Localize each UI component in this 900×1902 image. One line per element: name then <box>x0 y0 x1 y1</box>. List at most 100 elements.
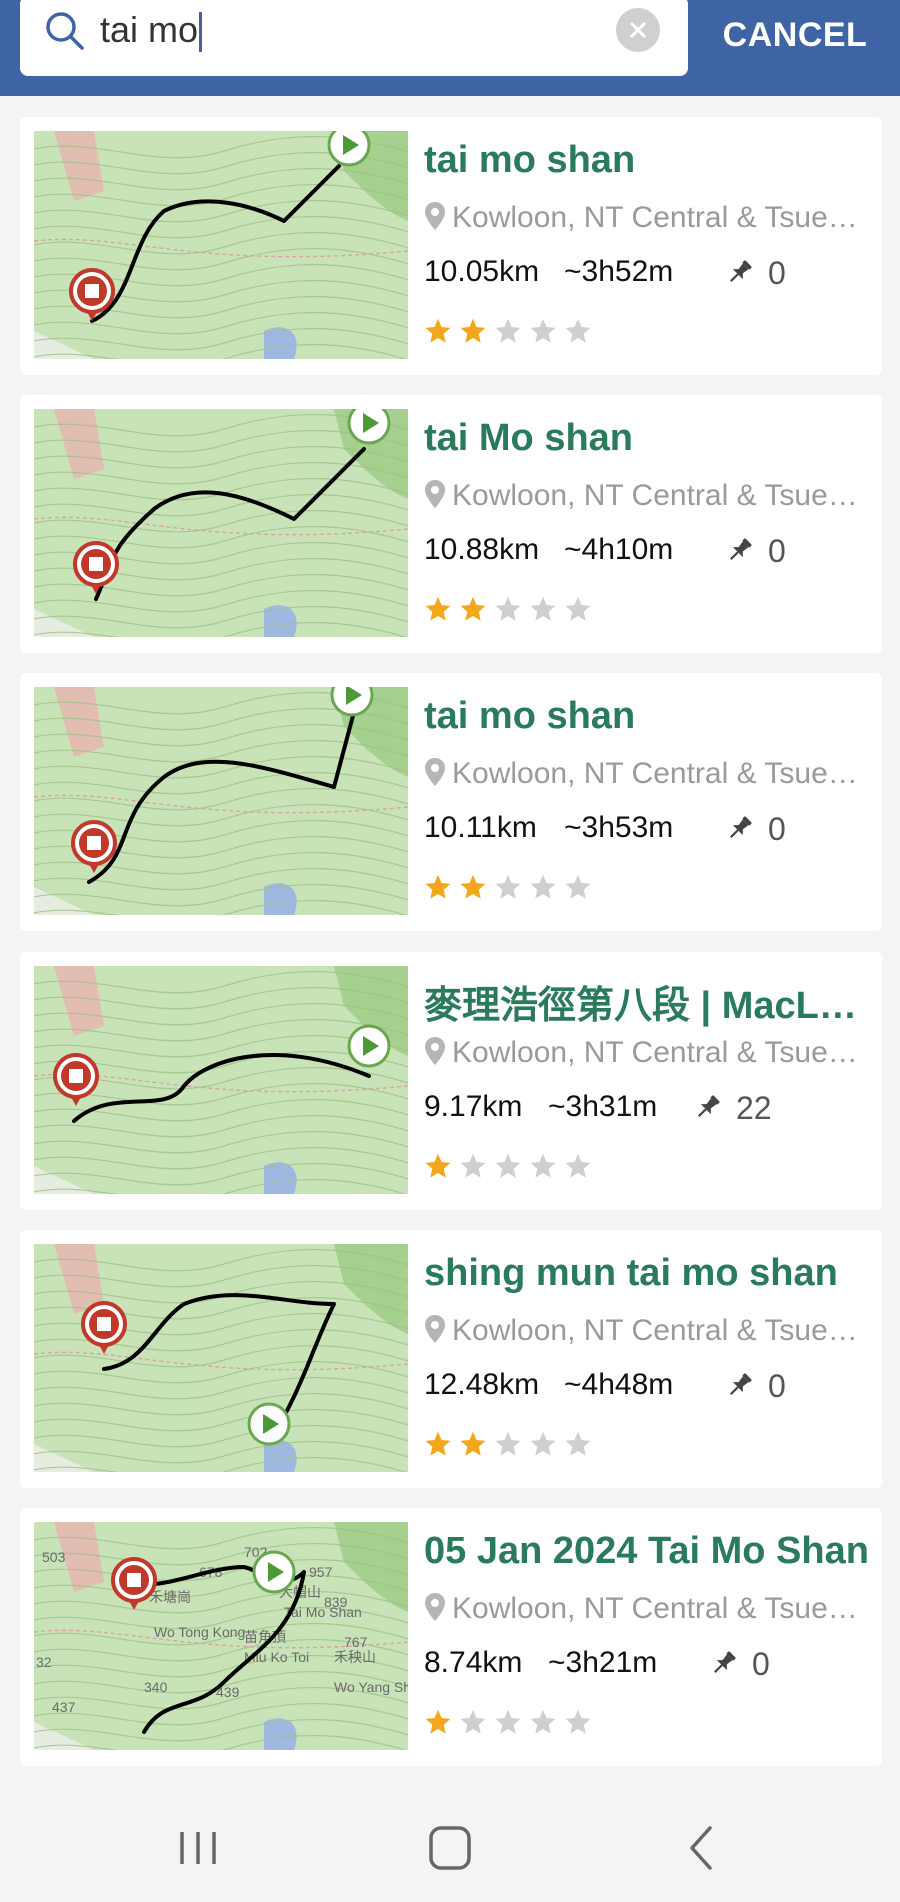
back-icon[interactable] <box>672 1820 732 1876</box>
route-location-text: Kowloon, NT Central & Tsuen Wan <box>452 1036 874 1069</box>
route-title[interactable]: tai Mo shan <box>424 417 874 460</box>
start-marker-icon <box>252 1550 296 1594</box>
route-location-text: Kowloon, NT Central & Tsuen Wan <box>452 1592 874 1625</box>
route-title[interactable]: 麥理浩徑第八段 | MacLehose Trail Section 8 <box>424 974 874 1029</box>
map-label: 437 <box>52 1699 76 1715</box>
search-input[interactable]: tai mo <box>20 0 688 76</box>
route-distance: 10.88km <box>424 533 540 566</box>
route-duration: ~3h31m <box>548 1090 658 1123</box>
route-rating <box>424 317 599 347</box>
search-header: tai mo CANCEL <box>0 0 900 96</box>
start-marker-icon <box>247 1402 291 1446</box>
route-stats: 10.88km ~4h10m 0 <box>424 533 874 573</box>
cancel-button[interactable]: CANCEL <box>700 10 890 60</box>
search-query[interactable]: tai mo <box>100 8 203 53</box>
star-icon <box>565 874 591 899</box>
route-duration: ~4h10m <box>564 533 674 566</box>
route-duration: ~3h52m <box>564 255 674 288</box>
route-rating <box>424 1708 599 1738</box>
route-map-image <box>34 409 408 637</box>
route-pin-count: 0 <box>768 811 786 847</box>
star-icon <box>495 874 521 899</box>
location-pin-icon <box>425 758 445 786</box>
route-title[interactable]: tai mo shan <box>424 139 874 182</box>
route-pin-count: 22 <box>736 1090 772 1126</box>
route-pin-count: 0 <box>768 533 786 569</box>
route-pins: 0 <box>726 533 786 570</box>
route-pins: 0 <box>710 1646 770 1683</box>
start-marker-icon <box>330 687 374 717</box>
route-map-image <box>34 1244 408 1472</box>
route-title[interactable]: 05 Jan 2024 Tai Mo Shan <box>424 1530 874 1573</box>
star-icon <box>530 318 556 343</box>
route-rating <box>424 1430 599 1460</box>
route-location: Kowloon, NT Central & Tsuen Wan <box>424 1592 874 1626</box>
route-pins: 0 <box>726 255 786 292</box>
star-icon <box>460 318 486 343</box>
route-map-image <box>34 687 408 915</box>
star-icon <box>425 1709 451 1734</box>
route-location-text: Kowloon, NT Central & Tsuen Wan <box>452 1314 874 1347</box>
route-distance: 10.05km <box>424 255 540 288</box>
home-icon[interactable] <box>420 1820 480 1876</box>
map-label: 957 <box>309 1564 333 1580</box>
star-icon <box>425 1431 451 1456</box>
star-icon <box>530 1153 556 1178</box>
route-distance: 8.74km <box>424 1646 523 1679</box>
pushpin-icon <box>730 816 752 838</box>
route-thumbnail[interactable] <box>34 131 408 359</box>
route-result-card[interactable]: 503 678 702 957 839 767 32 437 340 439 大帽山 Tai Mo S… <box>20 1508 882 1766</box>
route-location: Kowloon, NT Central & Tsuen Wan <box>424 1036 874 1070</box>
route-result-card[interactable]: tai mo shan Kowloon, NT Central & Tsuen … <box>20 117 882 375</box>
route-rating <box>424 873 599 903</box>
route-result-card[interactable]: shing mun tai mo shan Kowloon, NT Centra… <box>20 1230 882 1488</box>
star-icon <box>460 596 486 621</box>
pushpin-icon <box>730 1373 752 1395</box>
route-stats: 9.17km ~3h31m 22 <box>424 1090 874 1130</box>
route-distance: 10.11km <box>424 811 537 844</box>
route-title[interactable]: tai mo shan <box>424 695 874 738</box>
route-stats: 10.05km ~3h52m 0 <box>424 255 874 295</box>
route-pin-count: 0 <box>768 255 786 291</box>
location-pin-icon <box>425 1315 445 1343</box>
star-icon <box>495 318 521 343</box>
star-icon <box>565 318 591 343</box>
route-location-text: Kowloon, NT Central & Tsuen Wan <box>452 479 874 512</box>
map-label: 禾塘崗 <box>149 1589 191 1605</box>
route-result-card[interactable]: tai Mo shan Kowloon, NT Central & Tsuen … <box>20 395 882 653</box>
route-thumbnail[interactable] <box>34 687 408 915</box>
pushpin-icon <box>730 260 752 282</box>
route-title[interactable]: shing mun tai mo shan <box>424 1252 874 1295</box>
route-map-image: 50367870295783976732437340 439大帽山Tai Mo S… <box>34 1522 408 1750</box>
star-icon <box>530 1709 556 1734</box>
map-label: 32 <box>36 1654 52 1670</box>
route-location: Kowloon, NT Central & Tsuen Wan <box>424 479 874 513</box>
star-icon <box>530 874 556 899</box>
star-icon <box>425 596 451 621</box>
route-thumbnail[interactable] <box>34 409 408 637</box>
route-stats: 10.11km ~3h53m 0 <box>424 811 874 851</box>
route-distance: 12.48km <box>424 1368 540 1401</box>
star-icon <box>565 1709 591 1734</box>
star-icon <box>565 1153 591 1178</box>
route-thumbnail[interactable]: 503 678 702 957 839 767 32 437 340 439 大帽山 Tai Mo S… <box>34 1522 408 1750</box>
search-icon <box>46 12 84 50</box>
route-rating <box>424 595 599 625</box>
route-distance: 9.17km <box>424 1090 523 1123</box>
route-result-card[interactable]: 麥理浩徑第八段 | MacLehose Trail Section 8 Kowl… <box>20 952 882 1210</box>
clear-search-button[interactable] <box>616 8 660 52</box>
map-label: 767 <box>344 1634 368 1650</box>
route-rating <box>424 1152 599 1182</box>
route-result-card[interactable]: tai mo shan Kowloon, NT Central & Tsuen … <box>20 673 882 931</box>
route-thumbnail[interactable] <box>34 1244 408 1472</box>
star-icon <box>495 1431 521 1456</box>
route-stats: 8.74km ~3h21m 0 <box>424 1646 874 1686</box>
map-label: Wo Yang Shan <box>334 1679 408 1695</box>
route-pins: 0 <box>726 1368 786 1405</box>
route-map-image <box>34 131 408 359</box>
star-icon <box>530 1431 556 1456</box>
route-thumbnail[interactable] <box>34 966 408 1194</box>
recent-apps-icon[interactable] <box>168 1820 228 1876</box>
route-duration: ~3h53m <box>564 811 674 844</box>
star-icon <box>495 596 521 621</box>
